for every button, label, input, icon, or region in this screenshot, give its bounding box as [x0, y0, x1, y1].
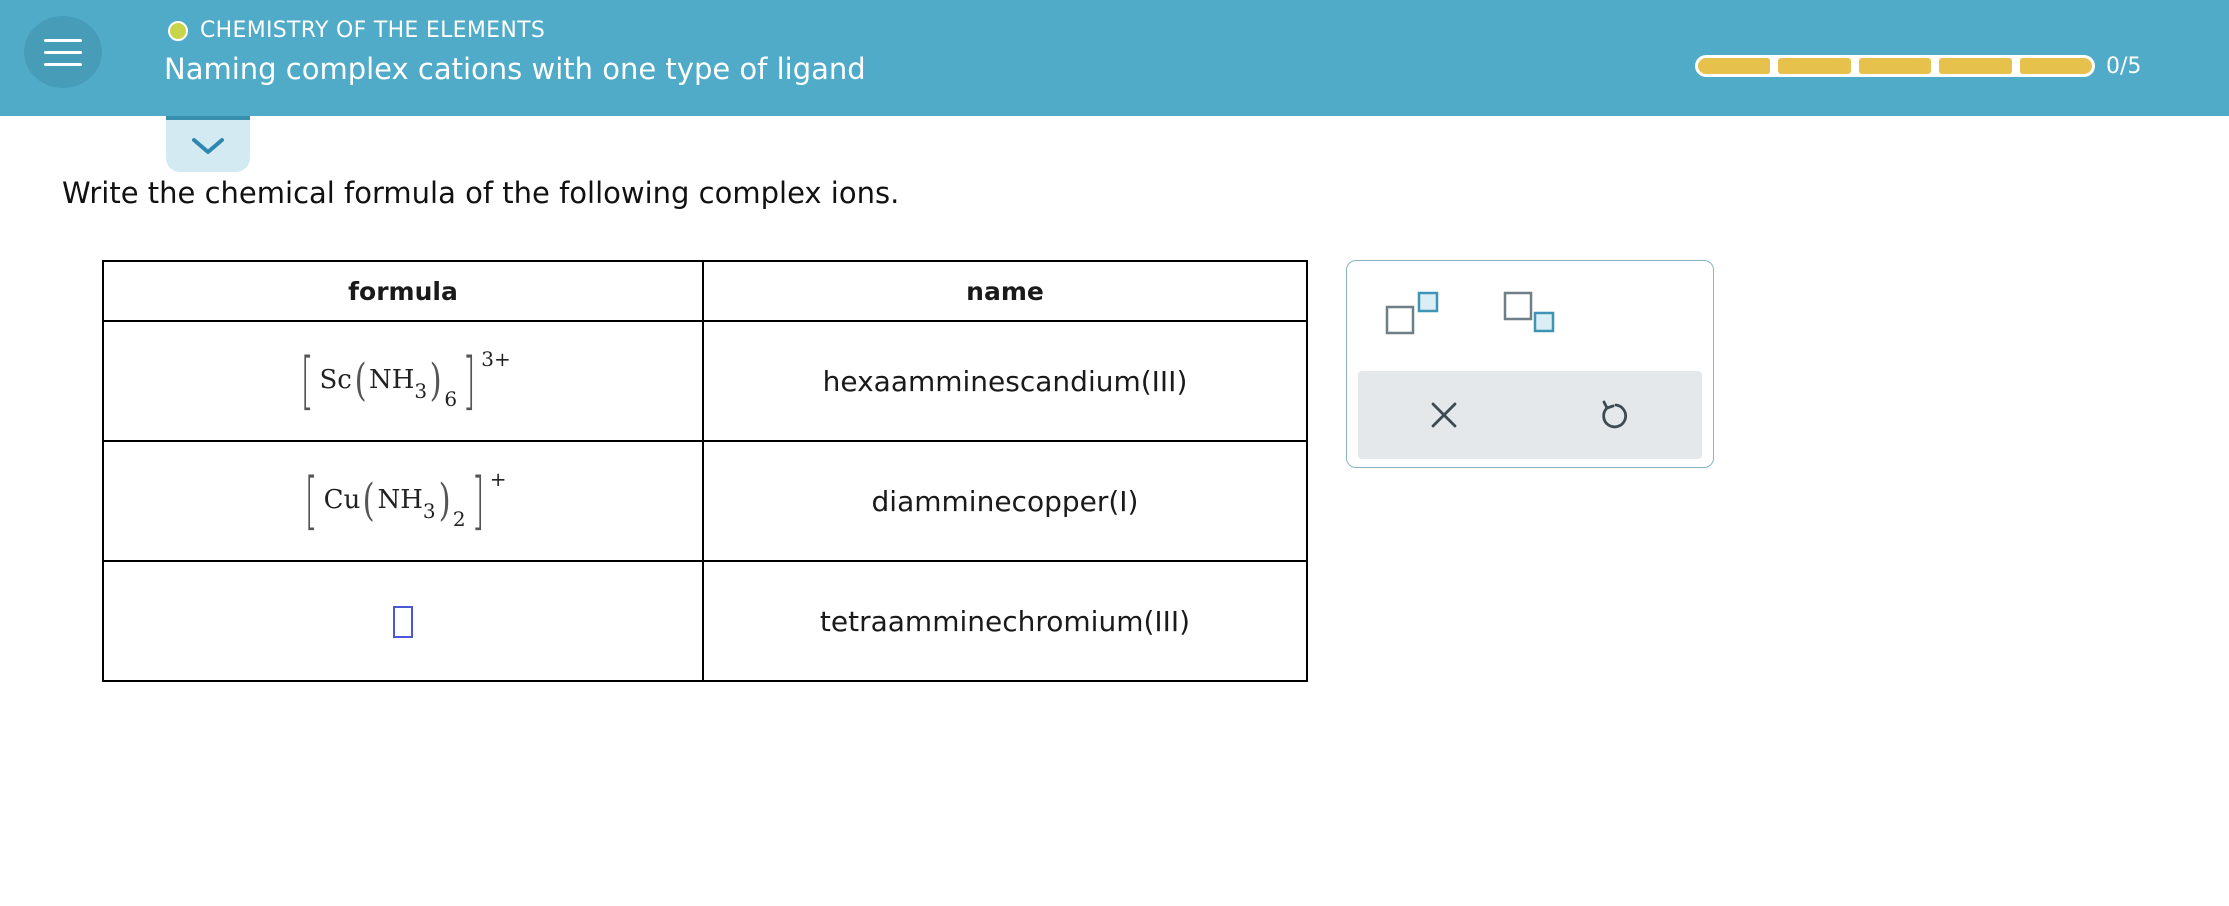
status-dot-icon	[168, 20, 188, 41]
clear-button[interactable]	[1426, 397, 1462, 437]
hamburger-icon	[44, 38, 82, 42]
subscript-button[interactable]	[1503, 291, 1559, 341]
clear-icon	[1431, 402, 1457, 428]
table-row: [Cu(NH3) 2] + diamminecopper(I)	[102, 440, 1308, 562]
topic-row: CHEMISTRY OF THE ELEMENTS	[168, 18, 545, 43]
table-header-row: formula name	[102, 260, 1308, 322]
formula-ligand-count: 2	[452, 507, 466, 531]
column-header-formula: formula	[102, 260, 704, 322]
table-row: [Sc(NH3) 6] 3+ hexaamminescandium(III)	[102, 320, 1308, 442]
chemical-formula: [Sc(NH3) 6] 3+	[300, 344, 511, 417]
name-cell: hexaamminescandium(III)	[702, 320, 1308, 442]
undo-icon	[1602, 400, 1628, 429]
formula-cell: [Cu(NH3) 2] +	[102, 440, 704, 562]
instruction-text: Write the chemical formula of the follow…	[62, 176, 900, 210]
progress-segment	[1778, 58, 1851, 74]
column-header-name: name	[702, 260, 1308, 322]
progress-bar	[1695, 55, 2095, 77]
progress-count: 0/5	[2106, 54, 2142, 79]
formula-charge: +	[489, 467, 507, 491]
progress-segment	[1698, 58, 1771, 74]
progress-segment	[1939, 58, 2012, 74]
formula-metal: Sc	[319, 365, 352, 395]
topic-label: CHEMISTRY OF THE ELEMENTS	[200, 18, 546, 43]
undo-button[interactable]	[1596, 397, 1632, 437]
formula-name-table: formula name [Sc(NH3) 6] 3+ hexaamminescan…	[102, 260, 1308, 682]
superscript-icon	[1385, 291, 1439, 335]
chevron-down-icon	[192, 138, 224, 154]
formula-ligand: NH	[368, 365, 415, 395]
formula-ligand-subscript: 3	[414, 379, 428, 403]
toolbox-action-bar	[1358, 371, 1702, 459]
math-toolbox	[1346, 260, 1714, 468]
collapse-toggle-button[interactable]	[166, 116, 250, 172]
progress-segment	[2019, 58, 2093, 74]
table-row: tetraamminechromium(III)	[102, 560, 1308, 682]
progress-segment	[1858, 58, 1932, 74]
chemical-formula: [Cu(NH3) 2] +	[304, 464, 507, 537]
formula-cell	[102, 560, 704, 682]
formula-answer-input[interactable]	[393, 606, 413, 638]
name-cell: diamminecopper(I)	[702, 440, 1308, 562]
name-cell: tetraamminechromium(III)	[702, 560, 1308, 682]
subscript-icon	[1503, 291, 1555, 333]
formula-metal: Cu	[323, 485, 361, 515]
menu-button[interactable]	[24, 16, 102, 88]
top-bar: CHEMISTRY OF THE ELEMENTS Naming complex…	[0, 0, 2229, 116]
formula-charge: 3+	[481, 347, 511, 371]
formula-ligand-count: 6	[444, 387, 458, 411]
superscript-button[interactable]	[1385, 291, 1441, 341]
formula-cell: [Sc(NH3) 6] 3+	[102, 320, 704, 442]
page-title: Naming complex cations with one type of …	[164, 52, 866, 86]
formula-ligand: NH	[377, 485, 423, 515]
formula-ligand-subscript: 3	[422, 499, 436, 523]
